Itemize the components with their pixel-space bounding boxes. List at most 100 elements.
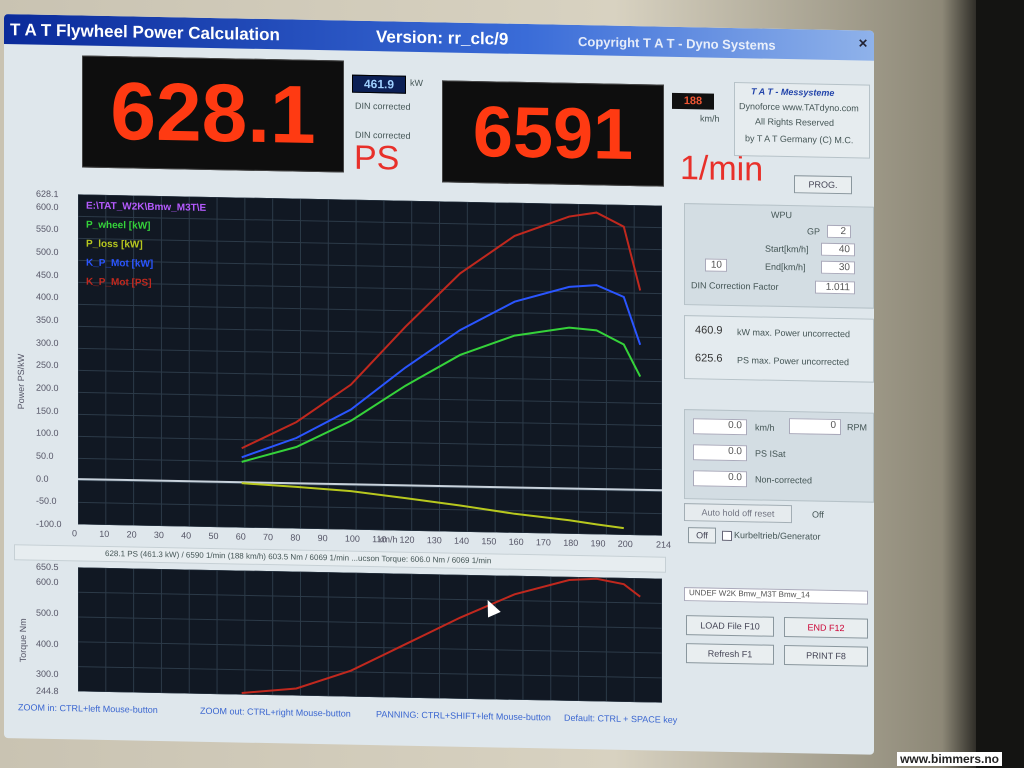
y-tick-label: 500.0 <box>36 246 59 258</box>
y-tick-label: 0.0 <box>36 473 49 484</box>
x-tick-label: 180 <box>563 537 579 549</box>
x-tick-label: 130 <box>426 535 442 546</box>
grid-line-horizontal <box>78 641 662 654</box>
live-panel: 0.0 km/h 0 RPM 0.0 PS ISat 0.0 Non-corre… <box>684 409 874 503</box>
live-u-field: 0.0 <box>693 470 747 488</box>
y-tick-label: 400.0 <box>36 291 59 303</box>
power-unit: PS <box>354 138 400 178</box>
torque-y-tick-label: 600.0 <box>36 577 59 588</box>
rpm-display: 6591 <box>442 80 664 187</box>
x-tick-label: 214 <box>656 539 672 550</box>
torque-plot-area[interactable] <box>77 566 663 704</box>
x-tick-label: 30 <box>153 529 164 541</box>
grid-line-horizontal <box>78 237 662 251</box>
live-rpm-label: RPM <box>847 422 867 433</box>
x-tick-label: 190 <box>590 538 606 549</box>
refresh-button[interactable]: Refresh F1 <box>686 643 774 665</box>
legend-entry: P_wheel [kW] <box>86 219 151 232</box>
y-tick-label: -50.0 <box>36 495 57 507</box>
x-tick-label: 60 <box>235 531 246 542</box>
close-icon[interactable]: ✕ <box>858 36 868 50</box>
torque-y-tick-label: 650.5 <box>36 561 59 573</box>
live-speed-field: 0.0 <box>693 418 747 436</box>
din-factor-field[interactable]: 1.011 <box>815 280 855 295</box>
y-tick-label: 550.0 <box>36 224 59 235</box>
torque-y-tick-label: 400.0 <box>36 638 59 649</box>
auto-hold-button[interactable]: Auto hold off reset <box>684 503 792 524</box>
power-y-label: Power PS/kW <box>16 353 26 410</box>
background-dark-edge <box>976 0 1024 768</box>
x-tick-label: 20 <box>126 529 137 540</box>
x-tick-label: 160 <box>508 536 524 547</box>
step-field[interactable]: 10 <box>705 258 727 272</box>
status-default: Default: CTRL + SPACE key <box>564 712 678 725</box>
grid-line-horizontal <box>78 616 662 629</box>
y-tick-label: 150.0 <box>36 405 59 416</box>
gp-field[interactable]: 2 <box>827 224 851 239</box>
power-plot-svg <box>77 193 663 537</box>
live-speed-label: km/h <box>755 422 775 433</box>
power-x-label: km/h <box>378 534 398 545</box>
grid-line-horizontal <box>78 369 662 383</box>
file-path-field[interactable]: UNDEF W2K Bmw_M3T Bmw_14 <box>684 587 868 605</box>
power-plot-area[interactable]: E:\TAT_W2K\Bmw_M3T\E P_wheel [kW] P_loss [… <box>77 193 663 537</box>
grid-line-horizontal <box>78 215 662 229</box>
max-kw-value: 460.9 <box>695 324 723 337</box>
kw-display: 461.9 <box>352 74 406 94</box>
info-box: T A T - Messysteme Dynoforce www.TATdyno… <box>734 82 870 159</box>
y-tick-label: 600.0 <box>36 201 59 212</box>
torque-y-tick-label: 500.0 <box>36 607 59 619</box>
live-p-label: PS ISat <box>755 448 786 460</box>
x-tick-label: 50 <box>208 530 219 542</box>
version-label: Version: rr_clc/9 <box>376 27 509 49</box>
x-tick-label: 0 <box>72 528 78 539</box>
legend-entry: P_loss [kW] <box>86 238 143 251</box>
x-tick-label: 90 <box>317 533 328 544</box>
settings-panel: WPU GP 2 Start[km/h] 40 10 End[km/h] 30 … <box>684 203 874 309</box>
din-label-1: DIN corrected <box>355 100 411 112</box>
x-tick-label: 40 <box>181 530 192 541</box>
info-line-2: Dynoforce www.TATdyno.com <box>739 101 859 114</box>
power-chart[interactable]: Power PS/kW 628.1 600.0 550.0 500.0 450.0 400… <box>14 179 674 552</box>
watermark: www.bimmers.no <box>897 752 1002 766</box>
live-u-label: Non-corrected <box>755 474 813 486</box>
end-field[interactable]: 30 <box>821 260 855 275</box>
grid-line-horizontal <box>78 435 662 449</box>
grid-line-horizontal <box>78 259 662 273</box>
torque-plot-svg <box>77 566 663 704</box>
window-title: T A T Flywheel Power Calculation <box>10 20 280 45</box>
prog-button[interactable]: PROG. <box>794 175 852 195</box>
live-p-field: 0.0 <box>693 444 747 462</box>
max-kw-label: kW max. Power uncorrected <box>737 327 851 340</box>
series-line-2 <box>241 284 642 459</box>
torque-chart[interactable]: Torque Nm 650.5 600.0 500.0 400.0 300.0 244.8 <box>14 562 674 707</box>
gp-label: GP <box>807 226 821 237</box>
max-ps-label: PS max. Power uncorrected <box>737 355 850 368</box>
print-button[interactable]: PRINT F8 <box>784 644 868 667</box>
end-label: End[km/h] <box>765 261 806 273</box>
grid-line-horizontal <box>78 413 662 427</box>
x-tick-label: 200 <box>617 538 633 550</box>
off-label: Off <box>812 509 824 520</box>
grid-line-horizontal <box>78 501 662 515</box>
torque-y-tick-label: 244.8 <box>36 685 59 697</box>
status-panning: PANNING: CTRL+SHIFT+left Mouse-button <box>376 709 551 723</box>
torque-line <box>241 577 641 694</box>
y-tick-label: 50.0 <box>36 450 54 461</box>
x-tick-label: 80 <box>290 532 301 543</box>
grid-line-horizontal <box>78 479 662 493</box>
off-button[interactable]: Off <box>688 527 716 544</box>
load-file-button[interactable]: LOAD File F10 <box>686 615 774 637</box>
y-tick-label: 250.0 <box>36 359 59 371</box>
y-tick-label: 100.0 <box>36 427 59 439</box>
end-button[interactable]: END F12 <box>784 616 868 639</box>
generator-checkbox[interactable] <box>722 530 732 541</box>
y-tick-label: 300.0 <box>36 337 59 348</box>
power-display: 628.1 <box>82 55 344 173</box>
grid-line-horizontal <box>78 457 662 471</box>
start-field[interactable]: 40 <box>821 242 855 257</box>
speed-unit: km/h <box>700 113 720 124</box>
info-line-4: by T A T Germany (C) M.C. <box>745 133 854 146</box>
torque-y-tick-label: 300.0 <box>36 668 59 680</box>
info-line-3: All Rights Reserved <box>755 116 835 128</box>
